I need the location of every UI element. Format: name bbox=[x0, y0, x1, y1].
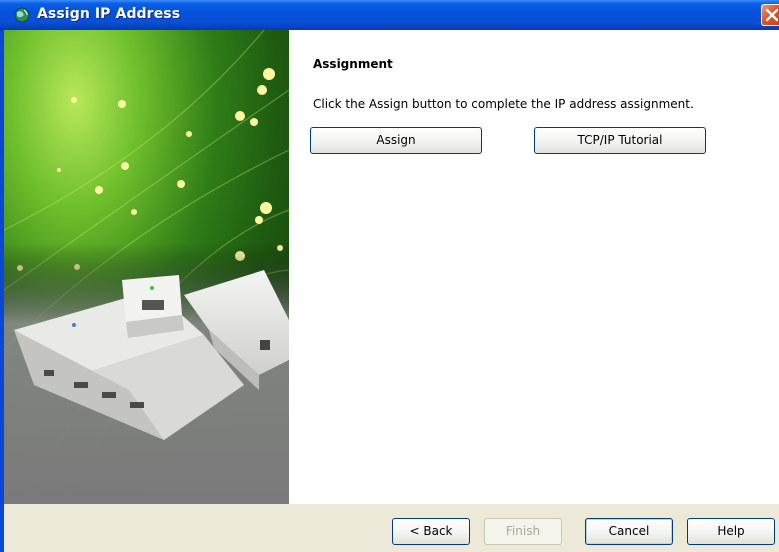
window-title: Assign IP Address bbox=[37, 6, 181, 22]
globe-icon bbox=[14, 7, 30, 23]
title-bar[interactable]: Assign IP Address bbox=[0, 0, 779, 30]
wizard-button-bar: < Back Finish Cancel Help bbox=[4, 504, 779, 552]
instruction-text: Click the Assign button to complete the … bbox=[313, 97, 694, 111]
close-button[interactable] bbox=[761, 4, 779, 26]
fiber-optic-device-illustration bbox=[4, 30, 289, 504]
back-button[interactable]: < Back bbox=[392, 518, 470, 545]
close-icon bbox=[765, 8, 779, 22]
finish-button[interactable]: Finish bbox=[484, 518, 562, 545]
cancel-button[interactable]: Cancel bbox=[585, 518, 673, 545]
wizard-side-image bbox=[4, 30, 289, 504]
tcpip-tutorial-button[interactable]: TCP/IP Tutorial bbox=[534, 127, 706, 154]
assign-button[interactable]: Assign bbox=[310, 127, 482, 154]
help-button[interactable]: Help bbox=[687, 518, 775, 545]
wizard-content: Assignment Click the Assign button to co… bbox=[289, 30, 779, 504]
assign-ip-dialog: Assign IP Address Assignment Click the A… bbox=[0, 0, 779, 552]
page-heading: Assignment bbox=[313, 57, 393, 71]
dialog-client-area: Assignment Click the Assign button to co… bbox=[4, 30, 779, 552]
